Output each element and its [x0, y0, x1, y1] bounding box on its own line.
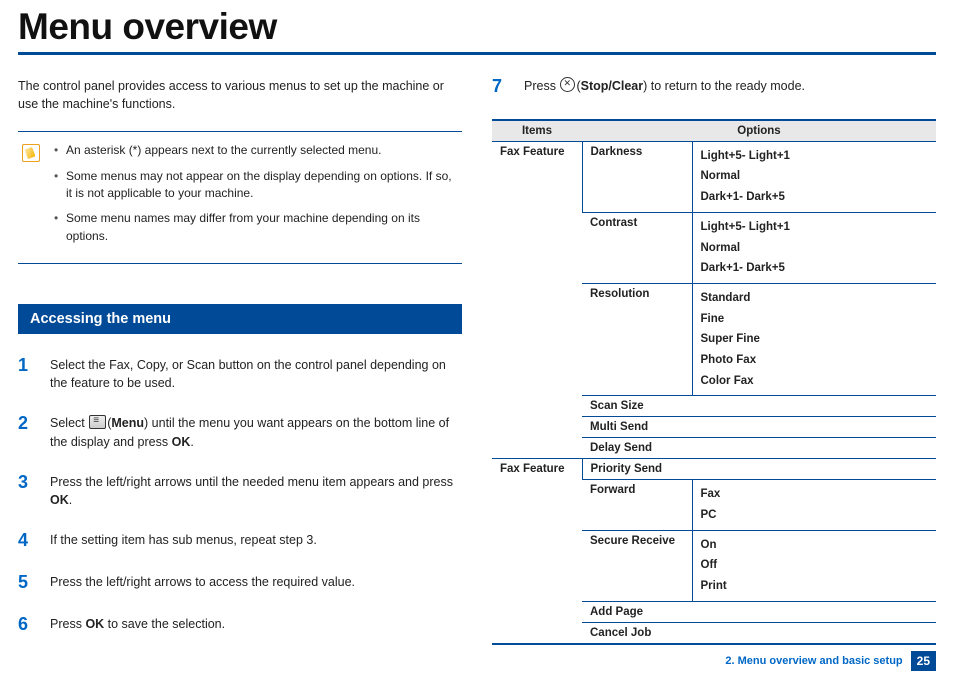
page-footer: 2. Menu overview and basic setup 25	[725, 651, 936, 671]
cell-darkness-values: Light+5- Light+1 Normal Dark+1- Dark+5	[692, 141, 936, 212]
text: ) to return to the ready mode.	[643, 79, 805, 93]
step-6: 6 Press OK to save the selection.	[18, 615, 462, 635]
cell-forward-values: Fax PC	[692, 480, 936, 530]
text-bold: OK	[50, 493, 69, 507]
note-icon	[22, 144, 40, 162]
cell-delaysend: Delay Send	[582, 438, 936, 459]
note-item: An asterisk (*) appears next to the curr…	[52, 142, 454, 159]
val: Fax	[701, 484, 929, 505]
step-number: 5	[18, 573, 36, 593]
text: Press	[50, 617, 85, 631]
text-bold: Stop/Clear	[581, 79, 644, 93]
text-bold: OK	[172, 435, 191, 449]
table-row: Fax Feature Priority Send	[492, 459, 936, 480]
step-number: 6	[18, 615, 36, 635]
menu-icon	[89, 415, 106, 429]
step-number: 2	[18, 414, 36, 450]
cell-forward: Forward	[582, 480, 692, 530]
cell-darkness: Darkness	[582, 141, 692, 212]
step-body: Select (Menu) until the menu you want ap…	[50, 414, 462, 450]
steps-list-continued: 7 Press (Stop/Clear) to return to the re…	[492, 77, 936, 97]
text-bold: OK	[85, 617, 104, 631]
step-number: 7	[492, 77, 510, 97]
cell-secure-values: On Off Print	[692, 530, 936, 601]
val: Fine	[701, 309, 929, 330]
text-bold: Menu	[111, 416, 144, 430]
step-5: 5 Press the left/right arrows to access …	[18, 573, 462, 593]
note-item: Some menu names may differ from your mac…	[52, 210, 454, 245]
val: PC	[701, 505, 929, 526]
text: .	[69, 493, 72, 507]
footer-page-number: 25	[911, 651, 936, 671]
content-columns: The control panel provides access to var…	[18, 77, 936, 656]
cell-multisend: Multi Send	[582, 417, 936, 438]
step-body: Select the Fax, Copy, or Scan button on …	[50, 356, 462, 392]
step-2: 2 Select (Menu) until the menu you want …	[18, 414, 462, 450]
step-body: Press the left/right arrows until the ne…	[50, 473, 462, 509]
stop-clear-icon	[560, 77, 575, 92]
step-3: 3 Press the left/right arrows until the …	[18, 473, 462, 509]
val: Normal	[701, 166, 929, 187]
cell-scansize: Scan Size	[582, 396, 936, 417]
step-4: 4 If the setting item has sub menus, rep…	[18, 531, 462, 551]
cell-resolution-values: Standard Fine Super Fine Photo Fax Color…	[692, 283, 936, 395]
val: Photo Fax	[701, 350, 929, 371]
table-header-items: Items	[492, 120, 582, 142]
step-body: Press OK to save the selection.	[50, 615, 225, 635]
options-table: Items Options Fax Feature Darkness Light…	[492, 119, 936, 645]
cell-group1: Fax Feature	[492, 141, 582, 459]
val: On	[701, 535, 929, 556]
table-row: Fax Feature Darkness Light+5- Light+1 No…	[492, 141, 936, 212]
text: Select	[50, 416, 88, 430]
val: Dark+1- Dark+5	[701, 258, 929, 279]
note-list: An asterisk (*) appears next to the curr…	[52, 142, 454, 253]
cell-secure: Secure Receive	[582, 530, 692, 601]
text: Press	[524, 79, 559, 93]
cell-group2: Fax Feature	[492, 459, 582, 644]
note-item: Some menus may not appear on the display…	[52, 168, 454, 203]
val: Super Fine	[701, 329, 929, 350]
cell-contrast-values: Light+5- Light+1 Normal Dark+1- Dark+5	[692, 212, 936, 283]
step-body: Press the left/right arrows to access th…	[50, 573, 355, 593]
val: Standard	[701, 288, 929, 309]
left-column: The control panel provides access to var…	[18, 77, 462, 656]
text: Press the left/right arrows until the ne…	[50, 475, 453, 489]
val: Light+5- Light+1	[701, 217, 929, 238]
note-box: An asterisk (*) appears next to the curr…	[18, 131, 462, 264]
step-7: 7 Press (Stop/Clear) to return to the re…	[492, 77, 936, 97]
cell-canceljob: Cancel Job	[582, 622, 936, 644]
step-number: 1	[18, 356, 36, 392]
intro-text: The control panel provides access to var…	[18, 77, 462, 113]
steps-list: 1 Select the Fax, Copy, or Scan button o…	[18, 356, 462, 634]
step-body: If the setting item has sub menus, repea…	[50, 531, 317, 551]
val: Normal	[701, 238, 929, 259]
cell-priority: Priority Send	[582, 459, 936, 480]
val: Light+5- Light+1	[701, 146, 929, 167]
section-heading: Accessing the menu	[18, 304, 462, 334]
step-number: 4	[18, 531, 36, 551]
val: Print	[701, 576, 929, 597]
right-column: 7 Press (Stop/Clear) to return to the re…	[492, 77, 936, 656]
page-title: Menu overview	[18, 6, 936, 55]
table-header-options: Options	[582, 120, 936, 142]
val: Color Fax	[701, 371, 929, 392]
cell-contrast: Contrast	[582, 212, 692, 283]
val: Dark+1- Dark+5	[701, 187, 929, 208]
step-1: 1 Select the Fax, Copy, or Scan button o…	[18, 356, 462, 392]
val: Off	[701, 555, 929, 576]
cell-addpage: Add Page	[582, 601, 936, 622]
step-body: Press (Stop/Clear) to return to the read…	[524, 77, 805, 97]
step-number: 3	[18, 473, 36, 509]
footer-chapter: 2. Menu overview and basic setup	[725, 655, 902, 667]
text: .	[190, 435, 193, 449]
cell-resolution: Resolution	[582, 283, 692, 395]
text: to save the selection.	[104, 617, 225, 631]
